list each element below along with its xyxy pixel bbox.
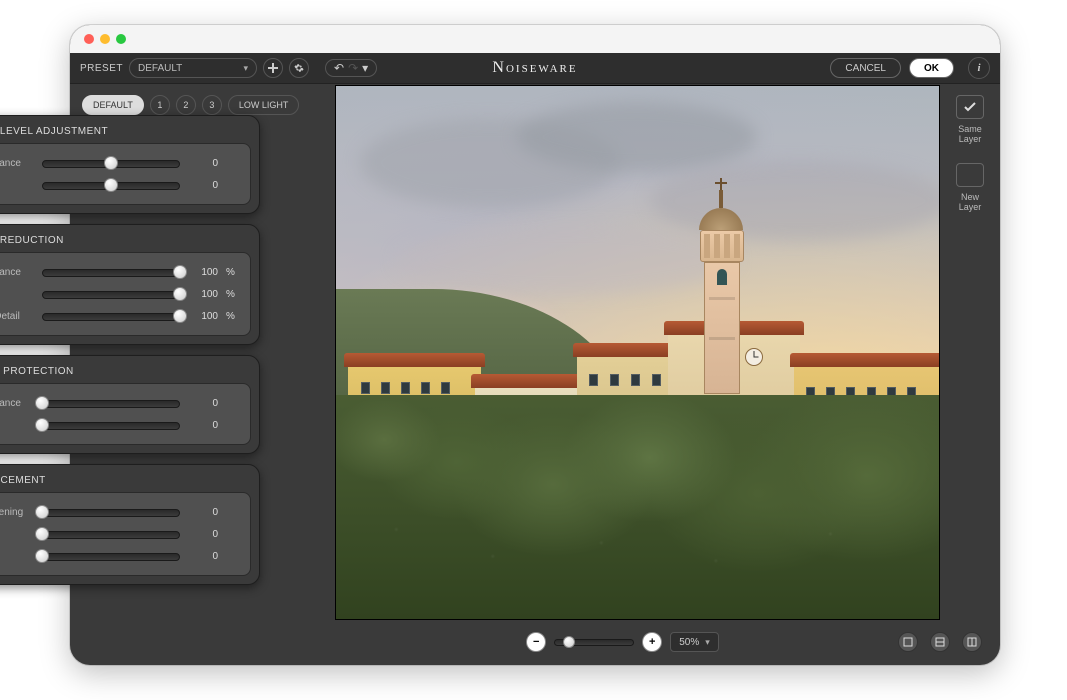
mac-titlebar [70, 25, 1000, 53]
slider-row: Color 0 [0, 414, 238, 436]
slider-unit: % [226, 267, 238, 278]
slider-unit: % [226, 289, 238, 300]
same-layer-label: Same Layer [958, 125, 982, 145]
slider-label: Color [0, 289, 34, 300]
slider-value: 0 [188, 398, 218, 409]
slider-row: Sharpening 0 [0, 501, 238, 523]
slider-row: Fine Detail 100% [0, 305, 238, 327]
preset-dropdown[interactable]: DEFAULT ▾ [129, 58, 257, 78]
panel-noise-level-adjustment: NOISE LEVEL ADJUSTMENT Luminance 0 Color 0 [0, 115, 260, 214]
cancel-button[interactable]: CANCEL [830, 58, 901, 78]
slider-value: 0 [188, 507, 218, 518]
ok-button[interactable]: OK [909, 58, 954, 78]
slider-value: 0 [188, 158, 218, 169]
slider[interactable] [42, 311, 180, 321]
slider[interactable] [42, 158, 180, 168]
toolbar: PRESET DEFAULT ▾ ↶ ↷ ▾ Noiseware CANCEL … [70, 53, 1000, 84]
window-close-button[interactable] [84, 34, 94, 44]
settings-button[interactable] [289, 58, 309, 78]
new-layer-label: New Layer [959, 193, 982, 213]
panel-title: ENHANCEMENT [0, 465, 259, 492]
tab-3[interactable]: 3 [202, 95, 222, 115]
zoom-in-button[interactable]: + [642, 632, 662, 652]
slider-row: Color 100% [0, 283, 238, 305]
add-preset-button[interactable] [263, 58, 283, 78]
slider-label: Sharpening [0, 507, 34, 518]
chevron-down-icon: ▾ [705, 637, 710, 648]
panel-enhancement: ENHANCEMENT Sharpening 0 Detail 0 Light 0 [0, 464, 260, 585]
control-panels: NOISE LEVEL ADJUSTMENT Luminance0Color0 … [0, 115, 260, 595]
slider-label: Detail [0, 529, 34, 540]
new-layer-toggle[interactable] [956, 163, 984, 187]
zoom-readout[interactable]: 50% ▾ [670, 632, 719, 652]
slider-label: Light [0, 551, 34, 562]
slider-value: 0 [188, 420, 218, 431]
slider[interactable] [42, 398, 180, 408]
footer: − + 50% ▾ [335, 627, 990, 657]
slider-row: Luminance 100% [0, 261, 238, 283]
zoom-controls: − + 50% ▾ [526, 632, 719, 652]
image-preview[interactable] [335, 85, 940, 620]
preset-value: DEFAULT [138, 63, 182, 74]
redo-icon[interactable]: ↷ [348, 62, 358, 74]
slider[interactable] [42, 289, 180, 299]
slider-row: Light 0 [0, 545, 238, 567]
slider-value: 0 [188, 529, 218, 540]
view-split-v-button[interactable] [962, 632, 982, 652]
slider[interactable] [42, 551, 180, 561]
slider-row: Color 0 [0, 174, 238, 196]
history-controls: ↶ ↷ ▾ [325, 59, 377, 77]
panel-noise-reduction: NOISE REDUCTION Luminance100%Color100%Fi… [0, 224, 260, 345]
info-button[interactable]: i [968, 57, 990, 79]
slider-label: Fine Detail [0, 311, 34, 322]
panel-title: NOISE REDUCTION [0, 225, 259, 252]
zoom-out-button[interactable]: − [526, 632, 546, 652]
slider-value: 100 [188, 289, 218, 300]
window-zoom-button[interactable] [116, 34, 126, 44]
preset-tabs: DEFAULT 1 2 3 LOW LIGHT [82, 95, 299, 115]
slider-row: Luminance 0 [0, 392, 238, 414]
slider[interactable] [42, 529, 180, 539]
slider-label: Luminance [0, 267, 34, 278]
history-dropdown-icon[interactable]: ▾ [362, 62, 368, 74]
panel-detail-protection: DETAIL PROTECTION Luminance 0 Color 0 [0, 355, 260, 454]
preview-foliage [336, 395, 939, 619]
zoom-slider[interactable] [554, 638, 634, 646]
tab-1[interactable]: 1 [150, 95, 170, 115]
same-layer-toggle[interactable] [956, 95, 984, 119]
tab-default[interactable]: DEFAULT [82, 95, 144, 115]
slider-label: Luminance [0, 398, 34, 409]
view-mode-buttons [892, 632, 982, 652]
slider[interactable] [42, 420, 180, 430]
undo-icon[interactable]: ↶ [334, 62, 344, 74]
view-split-h-button[interactable] [930, 632, 950, 652]
tab-2[interactable]: 2 [176, 95, 196, 115]
view-single-button[interactable] [898, 632, 918, 652]
slider-row: Detail 0 [0, 523, 238, 545]
window-minimize-button[interactable] [100, 34, 110, 44]
slider-value: 100 [188, 311, 218, 322]
preset-label: PRESET [80, 63, 123, 74]
slider-label: Color [0, 180, 34, 191]
chevron-down-icon: ▾ [243, 63, 248, 74]
panel-title: NOISE LEVEL ADJUSTMENT [0, 116, 259, 143]
slider[interactable] [42, 267, 180, 277]
zoom-value: 50% [679, 637, 699, 648]
app-brand: Noiseware [492, 59, 577, 77]
slider-value: 0 [188, 180, 218, 191]
slider[interactable] [42, 180, 180, 190]
slider-label: Color [0, 420, 34, 431]
slider-row: Luminance 0 [0, 152, 238, 174]
slider-unit: % [226, 311, 238, 322]
slider[interactable] [42, 507, 180, 517]
slider-value: 0 [188, 551, 218, 562]
panel-title: DETAIL PROTECTION [0, 356, 259, 383]
slider-value: 100 [188, 267, 218, 278]
tab-low-light[interactable]: LOW LIGHT [228, 95, 300, 115]
layer-rail: Same Layer New Layer [950, 95, 990, 225]
preview-tower [704, 182, 738, 394]
slider-label: Luminance [0, 158, 34, 169]
